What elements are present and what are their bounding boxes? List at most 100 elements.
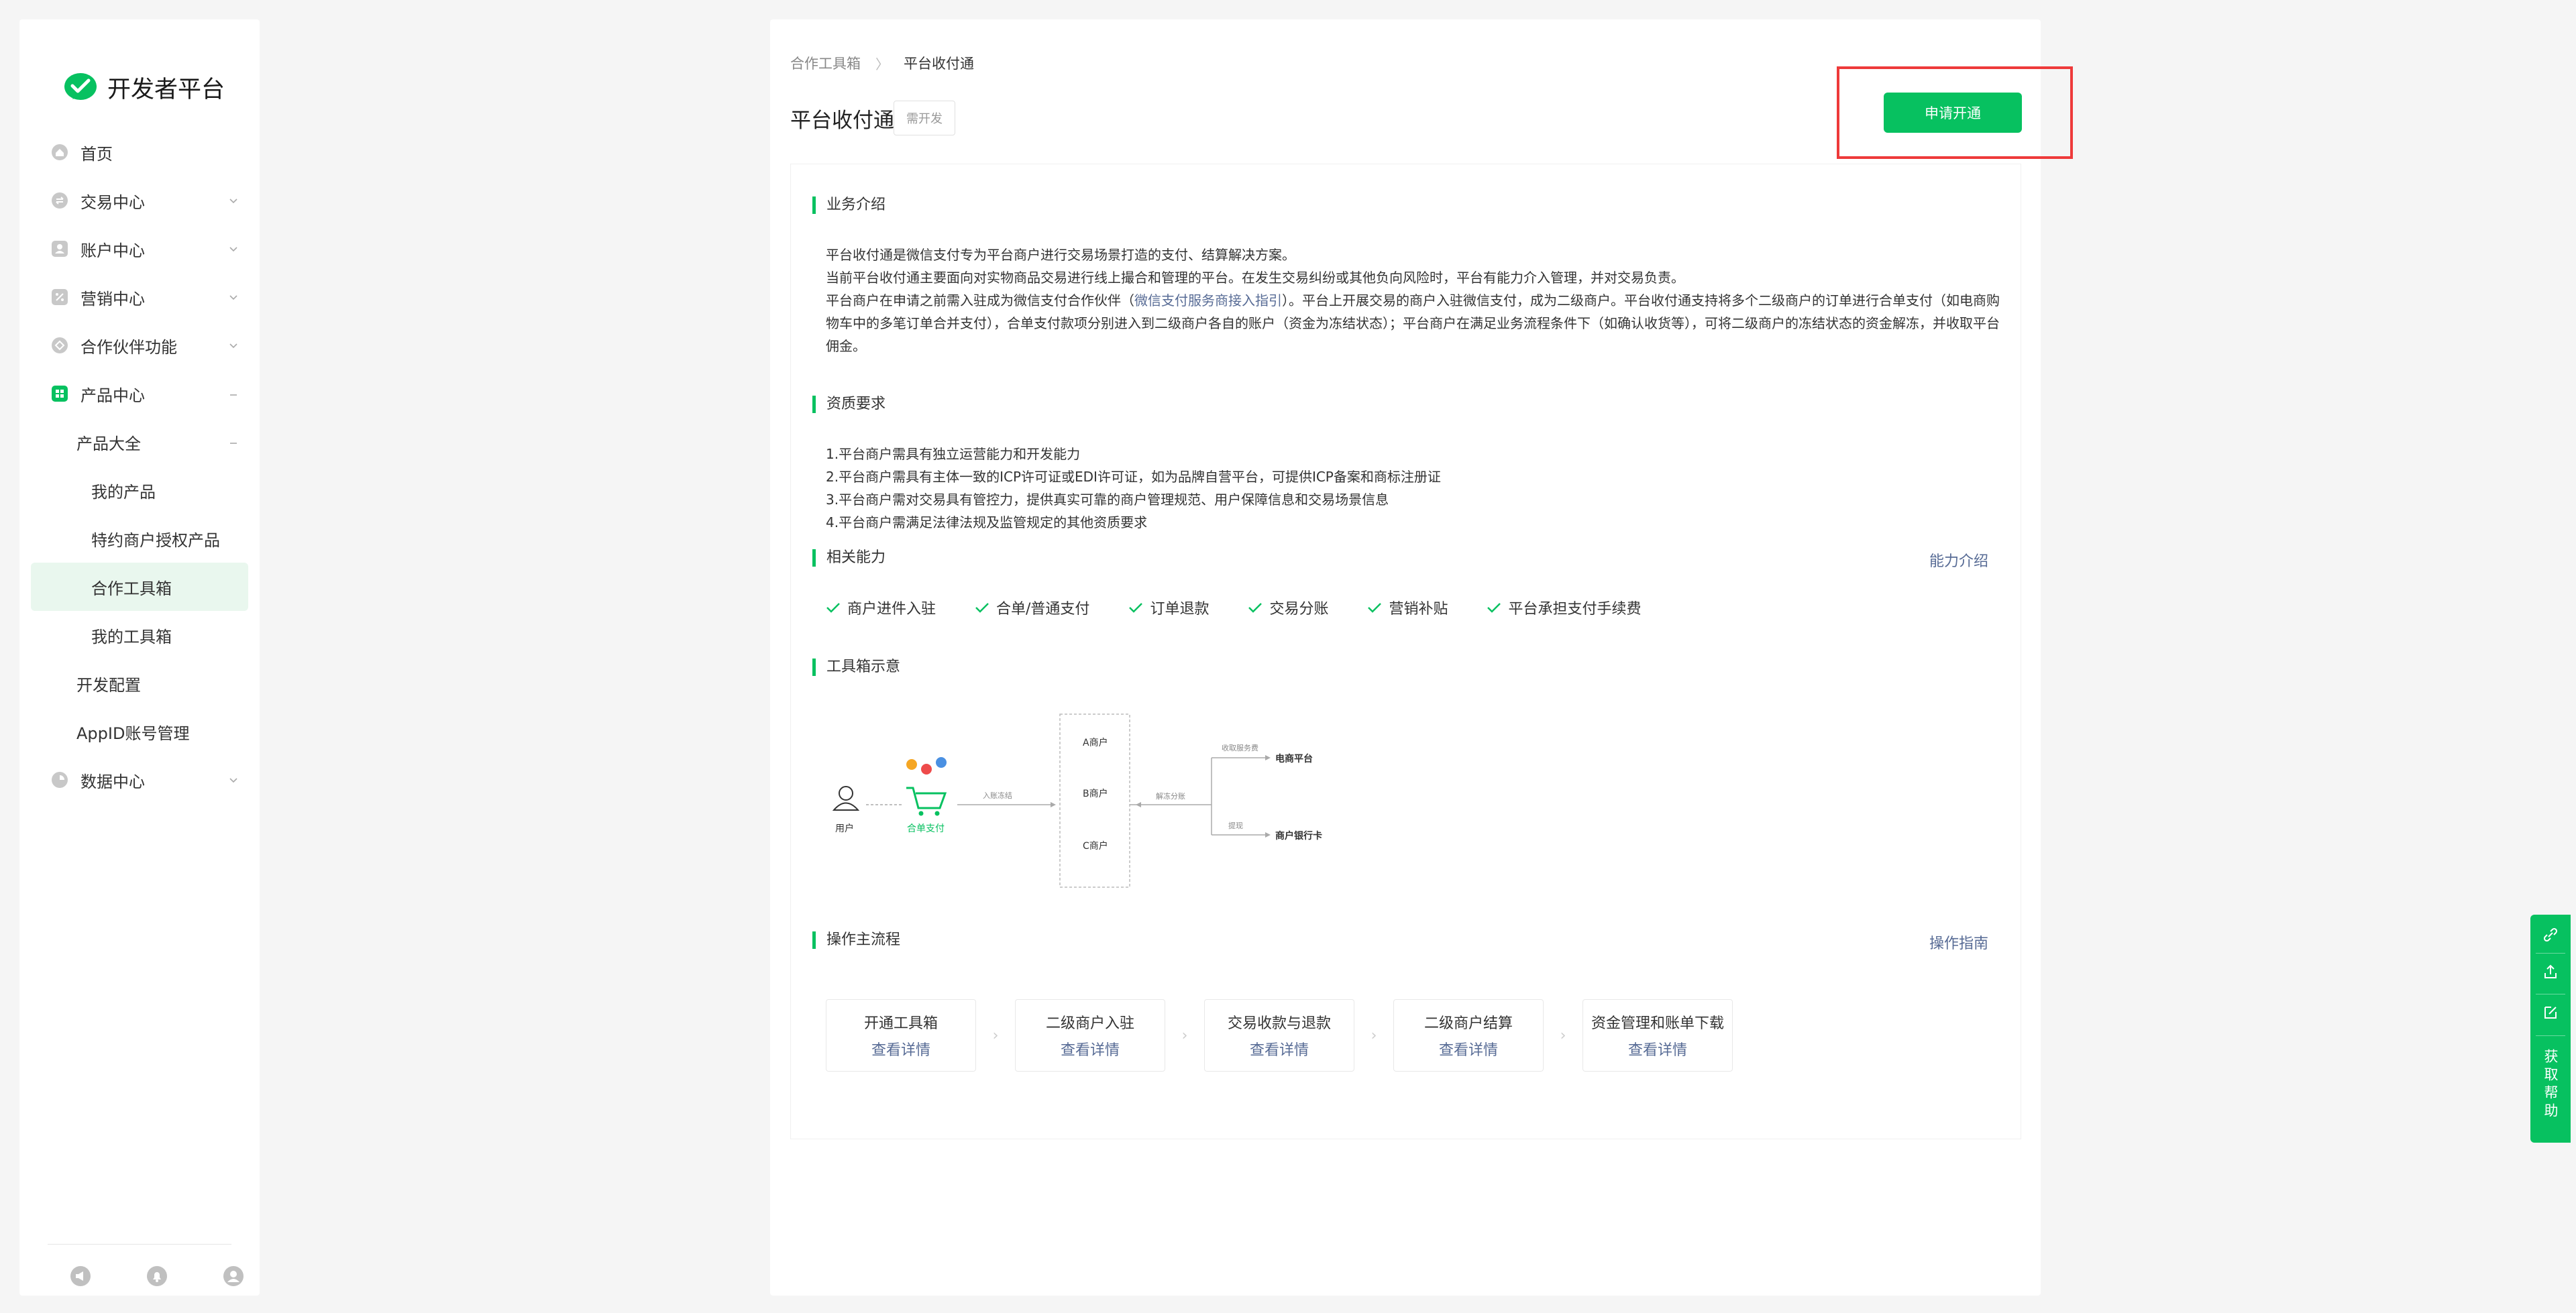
sidebar-item-transaction[interactable]: 交易中心 <box>31 176 248 225</box>
collapse-icon <box>230 394 237 396</box>
sidebar-item-partner-toolbox[interactable]: 合作工具箱 <box>31 563 248 611</box>
apply-button[interactable]: 申请开通 <box>1884 93 2022 133</box>
sidebar-item-appid-management[interactable]: AppID账号管理 <box>31 707 248 756</box>
collapse-icon <box>230 443 237 444</box>
get-help-label: 获取帮助 <box>2542 1049 2559 1121</box>
announcement-icon[interactable] <box>70 1265 91 1287</box>
account-icon <box>52 241 68 257</box>
user-avatar-icon[interactable] <box>223 1265 244 1287</box>
diagram-combined-pay-label: 合单支付 <box>907 823 945 834</box>
diagram-bank-card-label: 商户银行卡 <box>1275 831 1322 842</box>
operation-guide-link[interactable]: 操作指南 <box>1929 931 1988 953</box>
intro-text: 平台收付通是微信支付专为平台商户进行交易场景打造的支付、结算解决方案。 当前平台… <box>826 243 2000 357</box>
intro-line: 平台商户在申请之前需入驻成为微信支付合作伙伴（微信支付服务商接入指引）。平台上开… <box>826 292 2000 354</box>
sidebar-item-marketing[interactable]: 营销中心 <box>31 273 248 321</box>
intro-line: 当前平台收付通主要面向对实物商品交易进行线上撮合和管理的平台。在发生交易纠纷或其… <box>826 270 1684 286</box>
sidebar-item-label: 合作工具箱 <box>91 579 172 598</box>
section-title-intro: 业务介绍 <box>812 196 885 214</box>
sidebar-item-account[interactable]: 账户中心 <box>31 225 248 273</box>
sidebar-item-product-catalog[interactable]: 产品大全 <box>31 418 248 466</box>
section-title-capabilities: 相关能力 <box>812 549 885 567</box>
step-card: 二级商户入驻 查看详情 <box>1015 999 1165 1072</box>
section-title-diagram: 工具箱示意 <box>812 659 900 676</box>
step-title: 开通工具箱 <box>863 1015 938 1032</box>
sidebar-item-label: 产品中心 <box>80 386 145 405</box>
sidebar-item-label: 开发配置 <box>76 675 141 695</box>
breadcrumb-parent-link[interactable]: 合作工具箱 <box>790 53 861 73</box>
diagram-merchant-a: A商户 <box>1083 738 1108 748</box>
sidebar-item-authorized-products[interactable]: 特约商户授权产品 <box>31 514 248 563</box>
sidebar-item-label: 我的工具箱 <box>91 627 172 646</box>
list-item: 4.平台商户需满足法律法规及监管规定的其他资质要求 <box>826 514 1148 530</box>
sidebar-item-my-products[interactable]: 我的产品 <box>31 466 248 514</box>
intro-line: 平台收付通是微信支付专为平台商户进行交易场景打造的支付、结算解决方案。 <box>826 247 1295 263</box>
step-card: 二级商户结算 查看详情 <box>1393 999 1544 1072</box>
grid-icon <box>52 386 68 402</box>
list-item: 2.平台商户需具有主体一致的ICP许可证或EDI许可证，如为品牌自营平台，可提供… <box>826 469 1441 485</box>
step-detail-link[interactable]: 查看详情 <box>1061 1038 1120 1060</box>
edit-icon[interactable] <box>2540 1003 2561 1023</box>
upload-icon[interactable] <box>2540 962 2561 982</box>
sidebar-item-label: 首页 <box>80 144 113 164</box>
sidebar-item-home[interactable]: 首页 <box>31 128 248 176</box>
list-item: 1.平台商户需具有独立运营能力和开发能力 <box>826 446 1081 462</box>
sidebar-item-label: 我的产品 <box>91 482 156 502</box>
wechat-pay-logo-icon <box>64 72 97 100</box>
step-title: 资金管理和账单下载 <box>1591 1015 1724 1032</box>
check-icon <box>826 603 840 613</box>
sidebar-item-label: 营销中心 <box>80 289 145 308</box>
step-detail-link[interactable]: 查看详情 <box>1439 1038 1498 1060</box>
chevron-right-icon: › <box>1181 1027 1188 1044</box>
diagram-merchant-b: B商户 <box>1083 789 1108 799</box>
user-icon <box>832 786 860 811</box>
step-card: 交易收款与退款 查看详情 <box>1204 999 1354 1072</box>
sidebar-item-my-toolbox[interactable]: 我的工具箱 <box>31 611 248 659</box>
diagram-merchant-c: C商户 <box>1083 841 1108 852</box>
step-title: 二级商户入驻 <box>1045 1015 1134 1032</box>
step-card: 资金管理和账单下载 查看详情 <box>1582 999 1733 1072</box>
notification-bell-icon[interactable] <box>146 1265 168 1287</box>
capability-list: 商户进件入驻 合单/普通支付 订单退款 交易分账 营销补贴 平台承担支付手续费 <box>826 597 1680 618</box>
sidebar-item-dev-config[interactable]: 开发配置 <box>31 659 248 707</box>
sidebar-item-label: 特约商户授权产品 <box>91 530 220 550</box>
step-detail-link[interactable]: 查看详情 <box>1628 1038 1687 1060</box>
diagram-fee-label: 收取服务费 <box>1222 744 1258 752</box>
list-item: 3.平台商户需对交易具有管控力，提供真实可靠的商户管理规范、用户保障信息和交易场… <box>826 492 1389 508</box>
check-icon <box>975 603 989 613</box>
floating-bar-divider <box>2536 953 2565 954</box>
sidebar-nav: 首页 交易中心 账户中心 营销中心 合作伙伴功能 产品中心 产品大全 我的产品 … <box>31 128 248 804</box>
breadcrumb: 合作工具箱 〉 平台收付通 <box>790 53 974 73</box>
capability-intro-link[interactable]: 能力介绍 <box>1929 549 1988 571</box>
step-detail-link[interactable]: 查看详情 <box>1250 1038 1309 1060</box>
step-detail-link[interactable]: 查看详情 <box>871 1038 930 1060</box>
chevron-down-icon <box>229 343 237 349</box>
coupon-icon <box>52 289 68 305</box>
sidebar-divider <box>48 1244 231 1245</box>
step-title: 交易收款与退款 <box>1227 1015 1331 1032</box>
check-icon <box>1368 603 1382 613</box>
sidebar-item-partner[interactable]: 合作伙伴功能 <box>31 321 248 369</box>
sidebar-item-label: AppID账号管理 <box>76 724 190 743</box>
capability-item: 营销补贴 <box>1367 597 1448 618</box>
diagram-platform-label: 电商平台 <box>1275 754 1313 764</box>
brand-logo[interactable]: 开发者平台 <box>63 70 225 105</box>
sidebar-item-product-center[interactable]: 产品中心 <box>31 369 248 418</box>
sidebar-item-label: 数据中心 <box>80 772 145 791</box>
sidebar-item-label: 交易中心 <box>80 192 145 212</box>
get-help-button[interactable]: 获取帮助 <box>2530 1049 2571 1121</box>
chevron-down-icon <box>229 247 237 252</box>
sidebar-item-label: 产品大全 <box>76 434 141 453</box>
check-icon <box>1129 603 1143 613</box>
service-provider-guide-link[interactable]: 微信支付服务商接入指引 <box>1134 292 1282 308</box>
diagram-freeze-label: 入账冻结 <box>983 791 1012 800</box>
operation-steps: 开通工具箱 查看详情 › 二级商户入驻 查看详情 › 交易收款与退款 查看详情 … <box>826 999 1733 1072</box>
chevron-down-icon <box>229 295 237 300</box>
chevron-right-icon: › <box>1371 1027 1377 1044</box>
breadcrumb-separator: 〉 <box>875 56 889 72</box>
chevron-right-icon: › <box>992 1027 999 1044</box>
sidebar-item-data-center[interactable]: 数据中心 <box>31 756 248 804</box>
diagram-unfreeze-label: 解冻分账 <box>1156 792 1185 801</box>
flow-diagram-lines <box>832 713 1271 888</box>
product-detail-card: 业务介绍 平台收付通是微信支付专为平台商户进行交易场景打造的支付、结算解决方案。… <box>790 164 2021 1139</box>
link-icon[interactable] <box>2540 925 2561 945</box>
